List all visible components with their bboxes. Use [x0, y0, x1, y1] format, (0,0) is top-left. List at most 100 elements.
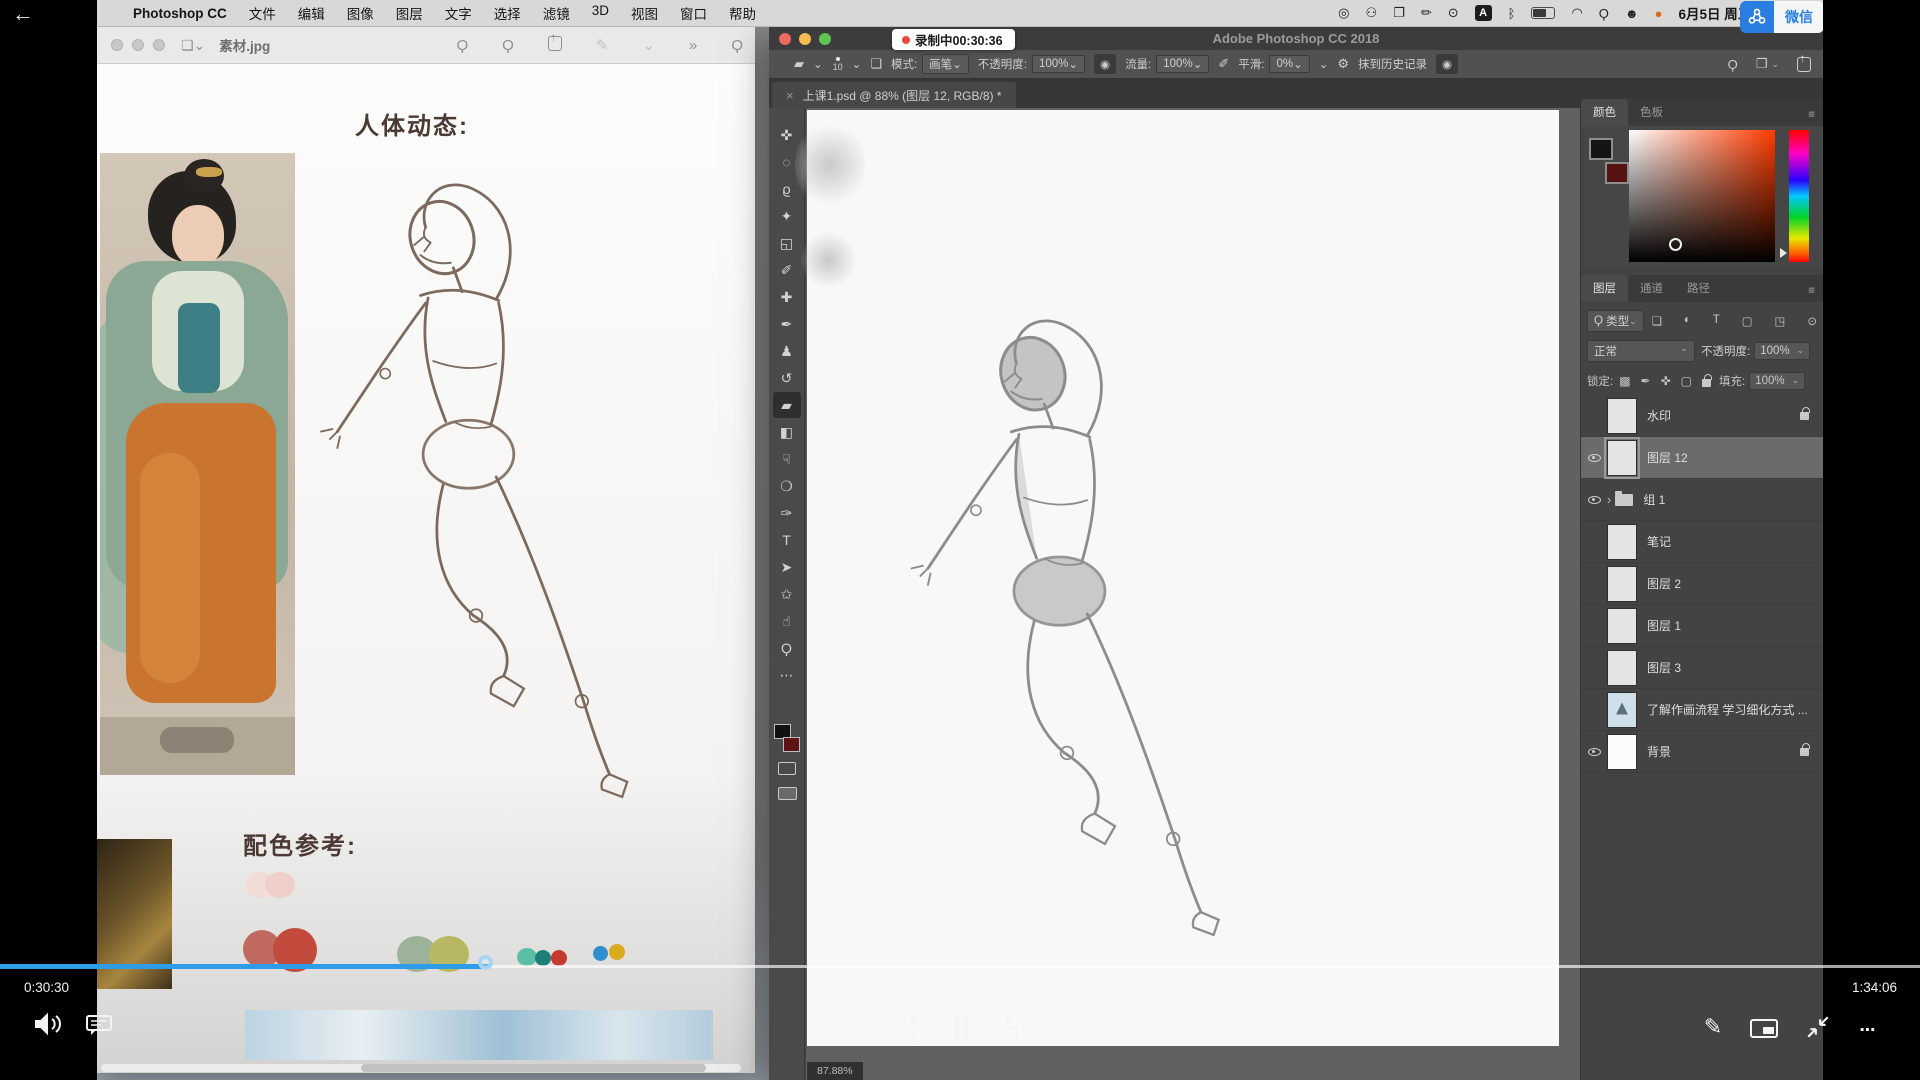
seekbar-handle[interactable] [478, 955, 493, 970]
search-icon[interactable]: Ϙ [731, 37, 743, 54]
type-tool[interactable]: T [773, 527, 801, 553]
layer-name[interactable]: 图层 3 [1647, 659, 1823, 676]
shape-tool[interactable]: ✩ [773, 581, 801, 607]
水印[interactable]: › 水印 [1581, 395, 1823, 437]
menu-item[interactable]: 3D [592, 3, 609, 23]
lock-position-icon[interactable]: ✜ [1661, 374, 1671, 388]
crop-tool[interactable]: ◱ [773, 230, 801, 256]
组 1[interactable]: › 组 1 [1581, 479, 1823, 521]
dodge-tool[interactable]: ❍ [773, 473, 801, 499]
floating-widget[interactable]: 微信 [1740, 1, 1823, 33]
图层 12[interactable]: › 图层 12 [1581, 437, 1823, 479]
tab-channels[interactable]: 通道 [1628, 275, 1675, 302]
play-circle-icon[interactable]: ⊙ [1448, 5, 1459, 21]
zoom-in-icon[interactable]: Ϙ [502, 37, 514, 54]
tab-layers[interactable]: 图层 [1581, 275, 1628, 302]
layer-name[interactable]: 了解作画流程 学习细化方式 ... [1647, 701, 1823, 718]
preview-window[interactable]: ❏⌄ 素材.jpg Ϙ Ϙ ✎ ⌄ » Ϙ 人体动态: [97, 27, 755, 1073]
lock-artboard-icon[interactable]: ▢ [1681, 374, 1692, 388]
zoom-tool[interactable]: Ϙ [773, 635, 801, 661]
saturation-brightness-picker[interactable] [1629, 130, 1775, 262]
lock-transparency-icon[interactable]: ▩ [1619, 374, 1630, 388]
笔记[interactable]: › 笔记 [1581, 521, 1823, 563]
canvas-area[interactable]: 87.88% [806, 108, 1580, 1080]
group-chevron-icon[interactable]: › [1607, 492, 1611, 507]
foreground-background-swatches[interactable] [773, 724, 801, 752]
smoothing-gear-icon[interactable]: ⚙ [1337, 56, 1349, 72]
hue-slider[interactable] [1789, 130, 1809, 262]
layer-thumbnail[interactable] [1607, 650, 1637, 686]
close-traffic-light[interactable] [111, 39, 123, 51]
record-icon[interactable]: ◎ [1338, 5, 1349, 21]
menu-item[interactable]: 选择 [494, 3, 521, 23]
bluetooth-icon[interactable]: ᛒ [1508, 6, 1516, 21]
markup-icon[interactable]: ✎ [596, 36, 609, 54]
layer-thumbnail[interactable] [1607, 524, 1637, 560]
share-icon[interactable] [1797, 57, 1811, 72]
displays-icon[interactable]: ❐ [1393, 5, 1405, 21]
layer-thumbnail[interactable] [1607, 440, 1637, 476]
volume-button[interactable] [32, 1010, 64, 1038]
filter-smart-icon[interactable]: ◳ [1775, 314, 1786, 328]
layer-thumbnail[interactable] [1607, 734, 1637, 770]
rewind-10-button[interactable]: ↺ 10 [890, 1012, 930, 1048]
layer-thumbnail[interactable] [1607, 566, 1637, 602]
gradient-tool[interactable]: ◧ [773, 419, 801, 445]
layer-visibility-toggle[interactable] [1581, 496, 1607, 504]
eyedropper-tool[interactable]: ✐ [773, 257, 801, 283]
menu-item[interactable]: 文字 [445, 3, 472, 23]
pip-button[interactable] [1748, 1016, 1780, 1040]
erase-history-label[interactable]: 抹到历史记录 [1358, 56, 1427, 72]
图层 3[interactable]: › 图层 3 [1581, 647, 1823, 689]
forward-30-button[interactable]: ↻ 30 [992, 1012, 1032, 1048]
fill-select[interactable]: 100%⌄ [1749, 372, 1805, 390]
图层 2[interactable]: › 图层 2 [1581, 563, 1823, 605]
layer-thumbnail[interactable] [1607, 608, 1637, 644]
input-source-icon[interactable]: A [1475, 5, 1492, 21]
share-icon[interactable] [548, 36, 562, 55]
了解作画流程 学习细化方式 ...[interactable]: › 了解作画流程 学习细化方式 ... [1581, 689, 1823, 731]
canvas[interactable] [807, 110, 1559, 1046]
menu-item[interactable]: 滤镜 [543, 3, 570, 23]
sidebar-toggle-icon[interactable]: ❏⌄ [181, 37, 205, 54]
menu-item[interactable]: 帮助 [729, 3, 756, 23]
filter-shape-icon[interactable]: ▢ [1742, 314, 1753, 328]
filter-pin-icon[interactable]: ⊙ [1807, 314, 1817, 328]
preview-titlebar[interactable]: ❏⌄ 素材.jpg Ϙ Ϙ ✎ ⌄ » Ϙ [97, 27, 755, 64]
pressure-size-icon[interactable]: ◉ [1436, 54, 1458, 74]
layer-opacity-select[interactable]: 100%⌄ [1754, 342, 1810, 360]
layer-name[interactable]: 组 1 [1643, 491, 1823, 508]
panel-menu-icon[interactable]: ≡ [1808, 285, 1815, 302]
airbrush-icon[interactable]: ✐ [1218, 56, 1229, 72]
brush-tool[interactable]: ✒ [773, 311, 801, 337]
menu-item[interactable]: 窗口 [680, 3, 707, 23]
healing-brush-tool[interactable]: ✚ [773, 284, 801, 310]
layer-visibility-toggle[interactable] [1581, 454, 1607, 462]
tab-paths[interactable]: 路径 [1675, 275, 1722, 302]
edit-toolbar[interactable]: ⋯ [773, 662, 801, 688]
brush-size-picker[interactable]: 10 [833, 57, 843, 72]
more-toolbar-icon[interactable]: » [689, 37, 697, 54]
subtitles-button[interactable] [84, 1012, 114, 1038]
screen-recording-indicator[interactable]: 录制中00:30:36 [892, 29, 1015, 50]
pressure-opacity-icon[interactable]: ◉ [1094, 54, 1116, 74]
markup-pencil-icon[interactable]: ✏ [1421, 5, 1432, 21]
menu-item[interactable]: 图像 [347, 3, 374, 23]
layer-thumbnail[interactable] [1607, 398, 1637, 434]
app-status-icon[interactable]: ● [1655, 6, 1663, 21]
filter-adjustment-icon[interactable]: ◐ [1684, 314, 1691, 328]
filter-type-icon[interactable]: T [1713, 314, 1720, 328]
menu-item[interactable]: 视图 [631, 3, 658, 23]
scrollbar-thumb[interactable] [361, 1064, 706, 1072]
brush-panel-toggle-icon[interactable]: ❏ [870, 56, 882, 72]
minimize-traffic-light[interactable] [132, 39, 144, 51]
背景[interactable]: › 背景 [1581, 731, 1823, 773]
annotate-button[interactable]: ✎ [1698, 1012, 1728, 1042]
horizontal-scrollbar[interactable] [101, 1064, 741, 1072]
quick-select-tool[interactable]: ✦ [773, 203, 801, 229]
layer-filter-select[interactable]: Ϙ 类型⌄ [1587, 310, 1644, 332]
pause-button[interactable] [950, 1014, 974, 1044]
meeting-app-icon[interactable] [1740, 1, 1774, 33]
mode-select[interactable]: 画笔⌄ [922, 54, 969, 74]
wifi-icon[interactable]: ◠ [1571, 5, 1582, 21]
